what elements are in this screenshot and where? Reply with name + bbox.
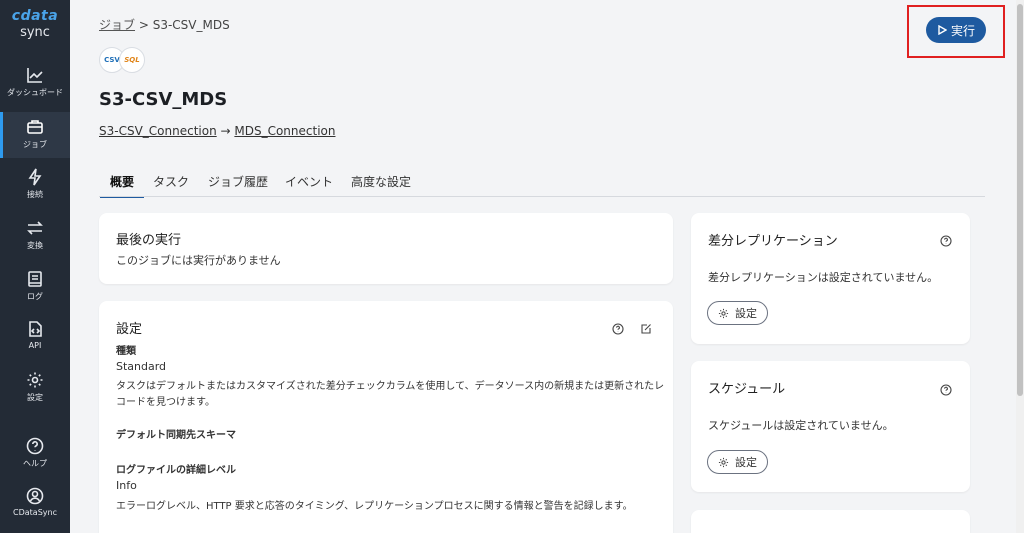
sidebar-item-label: API <box>28 341 42 350</box>
log-level-label: ログファイルの詳細レベル <box>116 465 236 476</box>
schedule-card: スケジュール スケジュールは設定されていません。 設定 <box>691 361 970 492</box>
sidebar-item-label: 変換 <box>27 241 43 250</box>
schedule-title: スケジュール <box>708 382 786 397</box>
log-level-description: エラーログレベル、HTTP 要求と応答のタイミング、レプリケーションプロセスに関… <box>116 501 633 512</box>
bolt-icon <box>28 168 42 186</box>
api-file-icon <box>29 321 42 337</box>
sidebar-item-label: 設定 <box>27 393 43 402</box>
settings-card: 設定 種類 Standard タスクはデフォルトまたはカスタマイズされた差分チェ… <box>99 301 673 533</box>
breadcrumb-link-jobs[interactable]: ジョブ <box>99 18 135 32</box>
delta-replication-card: 差分レプリケーション 差分レプリケーションは設定されていません。 設定 <box>691 213 970 344</box>
sidebar-item-label: CDataSync <box>13 508 57 517</box>
sidebar-item-logs[interactable]: ログ <box>0 270 70 316</box>
default-schema-label: デフォルト同期先スキーマ <box>116 430 236 441</box>
gear-icon <box>718 457 729 467</box>
briefcase-icon <box>27 120 43 134</box>
mysql-connector-icon: SQL <box>119 47 145 73</box>
sidebar-item-label: ジョブ <box>23 140 47 149</box>
breadcrumb-current: S3-CSV_MDS <box>152 18 230 32</box>
sidebar-item-label: 接続 <box>27 190 43 199</box>
gear-icon <box>718 308 729 318</box>
type-value: Standard <box>116 360 167 373</box>
sidebar-item-label: ログ <box>27 292 43 301</box>
page-title: S3-CSV_MDS <box>99 89 228 110</box>
sidebar-item-label: ダッシュボード <box>7 88 63 97</box>
sidebar-item-dashboard[interactable]: ダッシュボード <box>0 66 70 112</box>
sidebar: cdata sync ダッシュボード ジョブ 接続 変換 ログ API 設定 ヘ… <box>0 0 70 533</box>
run-button-label: 実行 <box>950 23 975 38</box>
source-connection-link[interactable]: S3-CSV_Connection <box>99 124 217 138</box>
type-description-line1: タスクはデフォルトまたはカスタマイズされた差分チェックカラムを使用して、データソ… <box>116 381 665 392</box>
sidebar-item-settings[interactable]: 設定 <box>0 371 70 417</box>
tab-events[interactable]: イベント <box>285 173 333 197</box>
tab-advanced-settings[interactable]: 高度な設定 <box>351 173 411 197</box>
sidebar-item-help[interactable]: ヘルプ <box>0 437 70 483</box>
sidebar-item-connections[interactable]: 接続 <box>0 168 70 214</box>
play-icon <box>938 25 947 35</box>
settings-title: 設定 <box>116 322 143 337</box>
logo-sub: sync <box>20 25 50 40</box>
delta-settings-label: 設定 <box>735 308 757 320</box>
schedule-settings-label: 設定 <box>735 457 757 469</box>
log-book-icon <box>28 271 42 287</box>
gear-icon <box>27 372 43 388</box>
chart-line-icon <box>27 68 43 83</box>
type-description-line2: コードを見つけます。 <box>116 397 215 408</box>
edit-icon[interactable] <box>640 323 652 335</box>
schedule-settings-button[interactable]: 設定 <box>707 450 768 474</box>
log-level-value: Info <box>116 479 137 492</box>
notification-card-partial <box>691 510 970 533</box>
delta-text: 差分レプリケーションは設定されていません。 <box>708 271 939 284</box>
help-icon[interactable] <box>940 384 952 396</box>
schedule-text: スケジュールは設定されていません。 <box>708 419 894 432</box>
type-label: 種類 <box>116 346 136 357</box>
scrollbar-thumb[interactable] <box>1017 4 1023 396</box>
tab-job-history[interactable]: ジョブ履歴 <box>208 173 268 197</box>
last-run-text: このジョブには実行がありません <box>116 254 281 267</box>
tab-tasks[interactable]: タスク <box>153 173 189 197</box>
delta-settings-button[interactable]: 設定 <box>707 301 768 325</box>
scrollbar-track[interactable] <box>1016 0 1024 533</box>
sidebar-item-jobs[interactable]: ジョブ <box>0 112 70 158</box>
last-run-title: 最後の実行 <box>116 233 182 248</box>
connection-path: S3-CSV_Connection → MDS_Connection <box>99 124 335 138</box>
breadcrumb-separator: > <box>135 18 153 32</box>
arrow-separator: → <box>216 124 235 138</box>
swap-icon <box>27 221 43 235</box>
sidebar-item-label: ヘルプ <box>23 459 47 468</box>
user-icon <box>26 487 44 505</box>
run-button[interactable]: 実行 <box>926 17 986 43</box>
logo: cdata sync <box>0 8 70 40</box>
last-run-card: 最後の実行 このジョブには実行がありません <box>99 213 673 284</box>
delta-title: 差分レプリケーション <box>708 234 838 249</box>
sidebar-item-account[interactable]: CDataSync <box>0 487 70 533</box>
help-circle-icon <box>26 437 44 455</box>
tab-divider <box>99 196 985 197</box>
sidebar-item-api[interactable]: API <box>0 320 70 366</box>
logo-brand: cdata <box>11 8 59 24</box>
help-icon[interactable] <box>940 235 952 247</box>
destination-connection-link[interactable]: MDS_Connection <box>234 124 335 138</box>
tab-overview[interactable]: 概要 <box>99 173 145 198</box>
sidebar-item-transform[interactable]: 変換 <box>0 219 70 265</box>
help-icon[interactable] <box>612 323 624 335</box>
breadcrumb: ジョブ > S3-CSV_MDS <box>99 16 230 33</box>
